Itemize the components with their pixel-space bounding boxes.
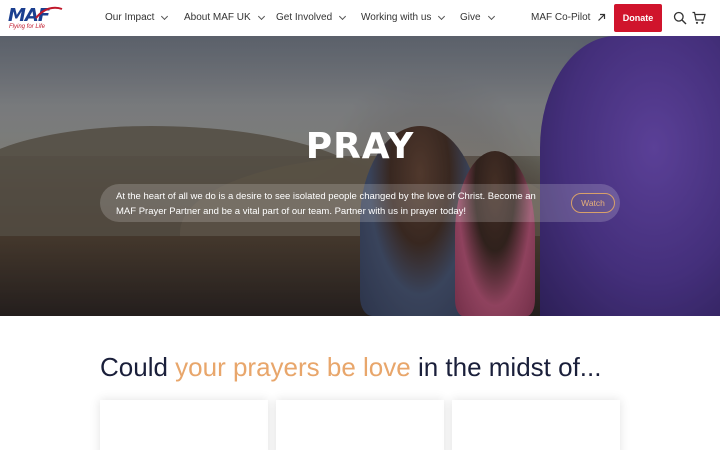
hero-overlay — [0, 36, 720, 316]
hero-title: PRAY — [305, 126, 415, 167]
section-heading: Could your prayers be love in the midst … — [100, 352, 601, 383]
nav-co-pilot-label: MAF Co-Pilot — [531, 12, 591, 23]
heading-start: Could — [100, 352, 176, 382]
nav-working-with-us[interactable]: Working with us — [361, 12, 446, 23]
logo-swoosh-icon — [35, 6, 63, 19]
chevron-down-icon — [257, 12, 265, 20]
chevron-down-icon — [339, 12, 347, 20]
search-icon[interactable] — [673, 11, 687, 25]
site-header: MAF Flying for Life Our Impact About MAF… — [0, 0, 720, 36]
nav-our-impact[interactable]: Our Impact — [105, 12, 169, 23]
nav-give-label: Give — [460, 12, 481, 23]
donate-button[interactable]: Donate — [614, 4, 662, 32]
maf-logo[interactable]: MAF Flying for Life — [8, 5, 64, 33]
nav-working-label: Working with us — [361, 12, 432, 23]
content-card[interactable] — [452, 400, 620, 450]
logo-tagline: Flying for Life — [9, 24, 46, 30]
chevron-down-icon — [438, 12, 446, 20]
nav-about-maf-uk[interactable]: About MAF UK — [184, 12, 265, 23]
content-card[interactable] — [276, 400, 444, 450]
hero-description: At the heart of all we do is a desire to… — [116, 191, 536, 217]
chevron-down-icon — [487, 12, 495, 20]
content-card[interactable] — [100, 400, 268, 450]
hero-banner: PRAY At the heart of all we do is a desi… — [0, 36, 720, 316]
heading-end: in the midst of... — [410, 352, 602, 382]
watch-button[interactable]: Watch — [571, 193, 615, 213]
nav-our-impact-label: Our Impact — [105, 12, 155, 23]
cart-icon[interactable] — [692, 11, 706, 25]
chevron-down-icon — [161, 12, 169, 20]
heading-accent: your prayers be love — [175, 352, 411, 382]
nav-maf-co-pilot[interactable]: MAF Co-Pilot — [531, 12, 606, 23]
nav-about-label: About MAF UK — [184, 12, 251, 23]
nav-get-involved[interactable]: Get Involved — [276, 12, 347, 23]
nav-get-involved-label: Get Involved — [276, 12, 333, 23]
arrow-up-right-icon — [598, 13, 606, 21]
nav-give[interactable]: Give — [460, 12, 495, 23]
